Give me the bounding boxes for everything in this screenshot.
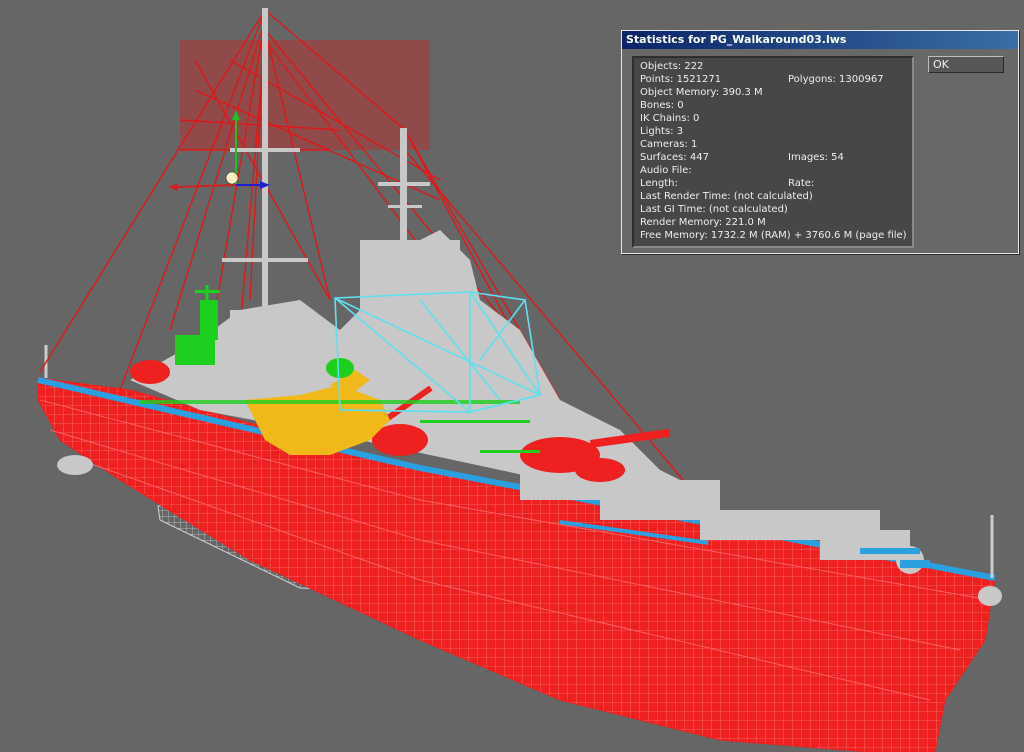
stat-last-gi-time: Last GI Time: (not calculated) <box>640 204 788 215</box>
rigging-mesh <box>180 40 430 150</box>
statistics-dialog: Statistics for PG_Walkaround03.lws Objec… <box>621 30 1019 254</box>
stat-render-memory: Render Memory: 221.0 M <box>640 217 766 228</box>
stat-free-memory: Free Memory: 1732.2 M (RAM) + 3760.6 M (… <box>640 230 907 241</box>
stat-bones: Bones: 0 <box>640 100 684 111</box>
stat-audio-file: Audio File: <box>640 165 692 176</box>
stat-surfaces: Surfaces: 447 <box>640 152 709 163</box>
stat-cameras: Cameras: 1 <box>640 139 698 150</box>
stat-points-row: Points: 1521271 Polygons: 1300967 <box>640 73 910 86</box>
stat-images: Images: 54 <box>788 152 844 163</box>
stat-length-row: Length: Rate: <box>640 177 910 190</box>
stat-length: Length: <box>640 178 678 189</box>
stat-rate: Rate: <box>788 178 815 189</box>
statistics-panel: Objects: 222 Points: 1521271 Polygons: 1… <box>632 56 914 248</box>
stat-ik-chains: IK Chains: 0 <box>640 113 700 124</box>
stat-lights: Lights: 3 <box>640 126 684 137</box>
stat-last-render-time: Last Render Time: (not calculated) <box>640 191 813 202</box>
dialog-title[interactable]: Statistics for PG_Walkaround03.lws <box>622 31 1018 49</box>
stat-object-memory: Object Memory: 390.3 M <box>640 87 763 98</box>
stat-objects: Objects: 222 <box>640 61 704 72</box>
ok-button[interactable]: OK <box>928 56 1004 73</box>
stat-points: Points: 1521271 <box>640 74 722 85</box>
stat-polygons: Polygons: 1300967 <box>788 74 884 85</box>
stat-surfaces-row: Surfaces: 447 Images: 54 <box>640 151 910 164</box>
